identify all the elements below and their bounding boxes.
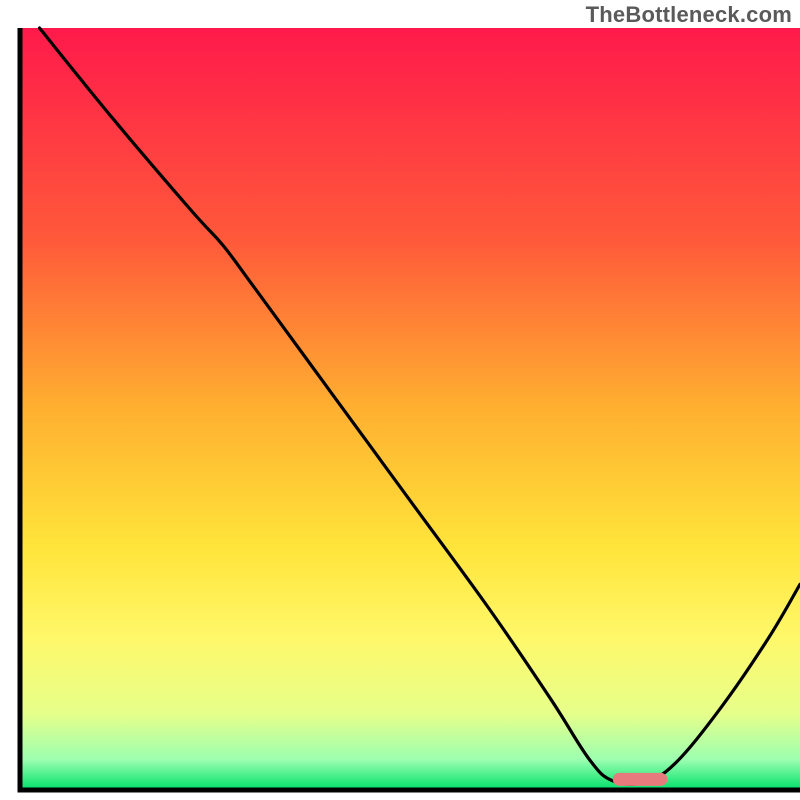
gradient-background: [20, 28, 800, 790]
chart-container: TheBottleneck.com: [0, 0, 800, 800]
bottleneck-chart: [0, 0, 800, 800]
watermark-text: TheBottleneck.com: [586, 2, 792, 28]
optimal-range-marker: [613, 773, 668, 786]
